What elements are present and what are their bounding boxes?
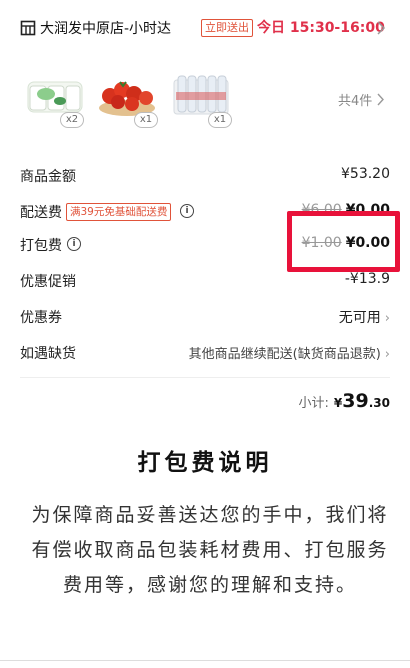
coupon-value-wrap: 无可用 ›	[339, 307, 390, 327]
info-icon[interactable]: i	[67, 237, 81, 251]
delivery-time: 今日 15:30-16:00	[257, 20, 385, 36]
store-name: 大润发中原店-小时达	[40, 21, 172, 37]
goods-amount-value: ¥53.20	[341, 166, 390, 182]
subtotal-decimal: .30	[368, 396, 390, 410]
divider	[0, 660, 410, 661]
chevron-right-icon	[377, 93, 384, 106]
info-icon[interactable]: i	[180, 204, 194, 218]
free-delivery-promo-tag: 满39元免基础配送费	[66, 203, 172, 221]
product-list[interactable]: x2 x1 x1 共4件	[0, 60, 410, 140]
coupon-value: 无可用	[338, 310, 381, 326]
instant-delivery-badge: 立即送出	[201, 19, 253, 37]
subtotal-label: 小计:	[298, 396, 329, 411]
discount-value: -¥13.9	[344, 271, 390, 287]
coupon-row[interactable]: 优惠券 无可用 ›	[0, 298, 410, 334]
product-qty-badge: x2	[60, 112, 84, 128]
goods-amount-row: 商品金额 ¥53.20	[0, 157, 410, 193]
product-qty-badge: x1	[134, 112, 158, 128]
discount-row: 优惠促销 -¥13.9	[0, 262, 410, 298]
subtotal-integer: 39	[342, 390, 369, 412]
goods-amount-label: 商品金额	[20, 169, 76, 185]
chevron-right-icon: ›	[384, 347, 390, 362]
product-qty-badge: x1	[208, 112, 232, 128]
out-of-stock-label: 如遇缺货	[20, 346, 76, 362]
out-of-stock-value-wrap: 其他商品继续配送(缺货商品退款) ›	[189, 343, 390, 362]
chevron-right-icon	[377, 21, 386, 35]
delivery-fee-label: 配送费	[20, 205, 62, 221]
packing-fee-label: 打包费	[20, 238, 62, 254]
out-of-stock-value: 其他商品继续配送(缺货商品退款)	[188, 347, 381, 362]
subtotal: 小计: ¥39.30	[298, 390, 390, 412]
packing-fee-note-body: 为保障商品妥善送达您的手中，我们将有偿收取商品包装耗材费用、打包服务费用等，感谢…	[31, 504, 389, 596]
total-items-count: 共4件	[338, 94, 373, 109]
store-header[interactable]: 大润发中原店-小时达 立即送出 今日 15:30-16:00	[0, 8, 410, 48]
store-icon	[20, 20, 36, 36]
divider	[20, 377, 390, 378]
discount-label: 优惠促销	[20, 274, 76, 290]
out-of-stock-row[interactable]: 如遇缺货 其他商品继续配送(缺货商品退款) ›	[0, 334, 410, 370]
packing-fee-note-title: 打包费说明	[137, 449, 273, 476]
coupon-label: 优惠券	[20, 310, 62, 326]
chevron-right-icon: ›	[384, 311, 390, 326]
